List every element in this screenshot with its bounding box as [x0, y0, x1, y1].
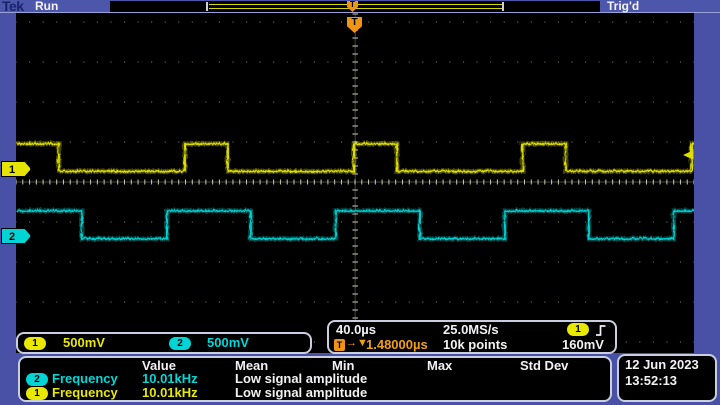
measurement-table: Value Mean Min Max Std Dev 2 Frequency 1…	[18, 356, 612, 402]
trigger-level-value: 160mV	[562, 337, 604, 352]
graticule-and-traces	[16, 13, 694, 353]
sample-rate: 25.0MS/s	[443, 322, 499, 337]
trigger-delay-flag-icon: T	[334, 339, 345, 351]
trigger-position-flag-icon: T	[347, 1, 358, 12]
trigger-source-badge: 1	[567, 323, 589, 336]
trigger-level-arrow	[683, 150, 694, 160]
ch1-scale: 500mV	[63, 335, 105, 350]
measurement-name: Frequency	[52, 371, 118, 386]
top-status-bar: Tek Run T Trig'd	[0, 0, 720, 13]
trigger-status: Trig'd	[607, 0, 639, 13]
channel-scale-readout: 1 500mV 2 500mV	[16, 332, 312, 354]
ch1-badge: 1	[26, 387, 48, 400]
oscilloscope-screen: Tek Run T Trig'd T 1 2 1	[0, 0, 720, 405]
record-length: 10k points	[443, 337, 507, 352]
record-window-right-bracket	[502, 2, 504, 11]
measurement-value: 10.01kHz	[142, 371, 198, 386]
record-window-left-bracket	[206, 2, 208, 11]
record-view: T	[110, 1, 600, 12]
measurement-name: Frequency	[52, 385, 118, 400]
tek-logo: Tek	[2, 0, 24, 14]
ch1-badge: 1	[24, 337, 46, 350]
waveform-display: T	[16, 13, 694, 353]
col-header-stddev: Std Dev	[520, 358, 568, 373]
timebase-trigger-readout: 40.0µs 25.0MS/s 1 T →▼ 1.48000µs 10k poi…	[327, 320, 617, 354]
delay-arrow-icon: →▼	[346, 337, 368, 349]
ch2-scale: 500mV	[207, 335, 249, 350]
measurement-note: Low signal amplitude	[235, 371, 367, 386]
ch2-badge: 2	[169, 337, 191, 350]
measurement-value: 10.01kHz	[142, 385, 198, 400]
horizontal-scale: 40.0µs	[336, 322, 376, 337]
ch2-badge: 2	[26, 373, 48, 386]
col-header-max: Max	[427, 358, 452, 373]
graticule-grid	[16, 14, 694, 352]
date-value: 12 Jun 2023	[625, 357, 699, 372]
acquisition-status: Run	[35, 0, 58, 13]
trigger-delay-value: 1.48000µs	[366, 337, 428, 352]
time-value: 13:52:13	[625, 373, 677, 388]
datetime-readout: 12 Jun 2023 13:52:13	[617, 354, 717, 402]
measurement-note: Low signal amplitude	[235, 385, 367, 400]
rising-edge-icon	[594, 323, 609, 337]
